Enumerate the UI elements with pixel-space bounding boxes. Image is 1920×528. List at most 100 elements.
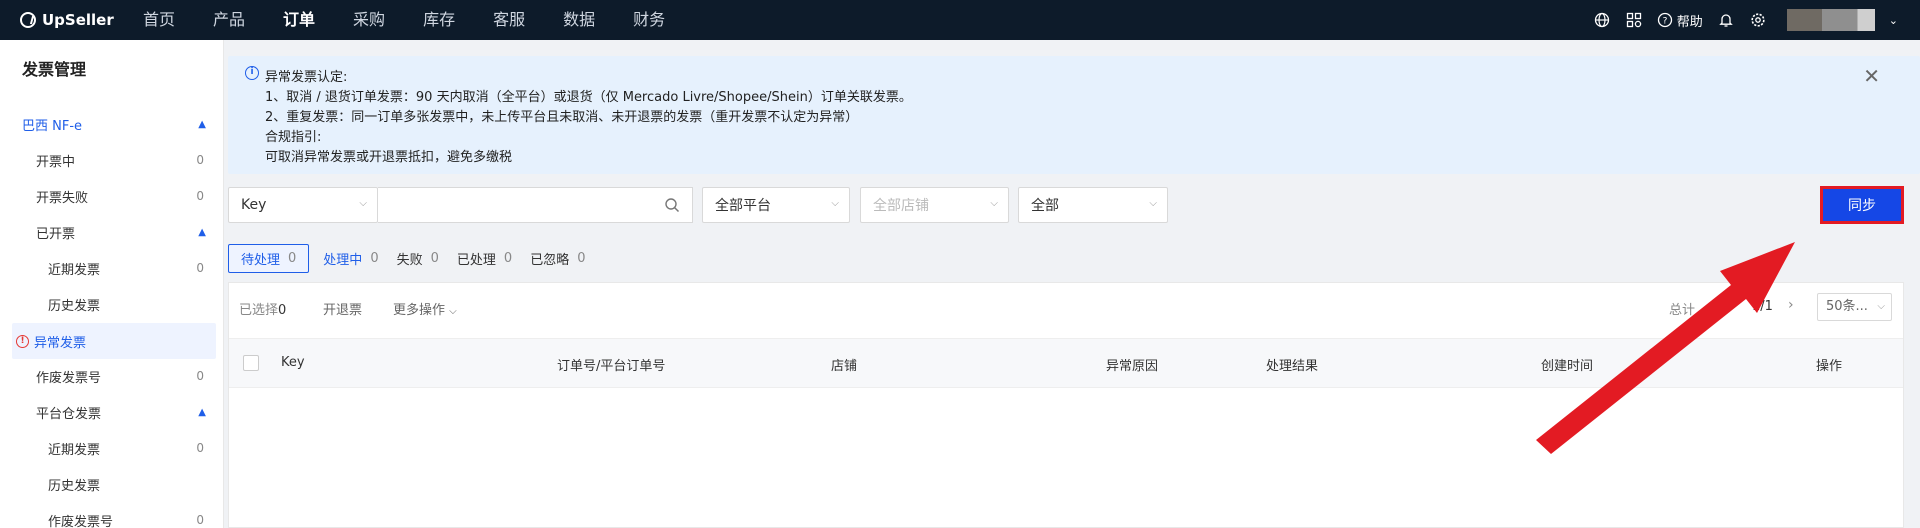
invoice-sidebar: 发票管理 巴西 NF-e ▲ 开票中 0 开票失败 0 已开票 ▲ 近期发票 0… [0, 40, 224, 528]
sidebar-item-label: 作废发票号 [48, 514, 114, 528]
info-icon: i [245, 66, 259, 80]
next-page-icon[interactable]: › [1788, 297, 1794, 313]
notice-line-2: 2、重复发票：同一订单多张发票中，未上传平台且未取消、未开退票的发票（重开发票不… [265, 110, 859, 125]
nav-orders[interactable]: 订单 [283, 0, 315, 40]
abnormal-invoice-notice: i 异常发票认定: 1、取消 / 退货订单发票：90 天内取消（全平台）或退货（… [228, 56, 1920, 174]
more-actions-label: 更多操作 [393, 303, 446, 318]
tab-count: 0 [430, 250, 439, 266]
platform-select[interactable]: 全部平台 ⌵ [702, 187, 850, 223]
sidebar-item-issuing[interactable]: 开票中 0 [0, 142, 224, 178]
tab-ignored[interactable]: 已忽略 0 [530, 249, 585, 268]
col-key: Key [281, 355, 305, 370]
sidebar-item-label: 近期发票 [48, 262, 101, 278]
status-tabs: 待处理 0 处理中 0 失败 0 已处理 0 已忽略 0 [228, 243, 603, 273]
sidebar-item-pw-void-numbers[interactable]: 作废发票号 0 [0, 502, 224, 528]
chevron-down-icon: ⌵ [990, 198, 998, 209]
key-select[interactable]: Key ⌵ [228, 187, 378, 223]
tab-pending[interactable]: 待处理 0 [228, 243, 310, 273]
sidebar-item-pw-history-invoices[interactable]: 历史发票 [0, 466, 224, 502]
more-actions-dropdown[interactable]: 更多操作 ⌵ [393, 299, 457, 318]
tab-label: 失败 [396, 252, 423, 268]
sidebar-item-history-invoices[interactable]: 历史发票 [0, 286, 224, 322]
notice-guide-title: 合规指引: [265, 130, 322, 145]
nav-data[interactable]: 数据 [563, 0, 595, 40]
store-select-placeholder: 全部店铺 [873, 198, 929, 214]
select-all-checkbox[interactable] [243, 355, 259, 371]
sidebar-item-count: 0 [196, 441, 204, 455]
top-right-tools: ? 帮助 ⌄ [1593, 0, 1898, 40]
main-nav: 首页 产品 订单 采购 库存 客服 数据 财务 [143, 0, 703, 40]
tab-processed[interactable]: 已处理 0 [457, 249, 512, 268]
sidebar-item-platform-warehouse[interactable]: 平台仓发票 ▲ [0, 394, 224, 430]
help-link[interactable]: ? 帮助 [1657, 11, 1703, 30]
chevron-down-icon: ⌵ [831, 198, 839, 209]
chevron-down-icon: ⌵ [449, 306, 457, 317]
sidebar-item-count: 0 [196, 369, 204, 383]
selected-indicator: 已选择0 [239, 299, 286, 318]
sidebar-item-label: 已开票 [36, 226, 76, 242]
sync-button[interactable]: 同步 [1820, 186, 1904, 224]
search-input[interactable] [378, 188, 648, 222]
brand-logo[interactable]: UpSeller [20, 11, 143, 29]
apps-grid-icon[interactable] [1625, 11, 1643, 29]
sidebar-item-issue-failed[interactable]: 开票失败 0 [0, 178, 224, 214]
sidebar-item-label: 平台仓发票 [36, 406, 102, 422]
selected-label: 已选择 [239, 303, 279, 318]
refund-invoice-button[interactable]: 开退票 [323, 299, 362, 318]
tab-processing[interactable]: 处理中 0 [323, 249, 378, 268]
col-order-number: 订单号/平台订单号 [557, 359, 666, 374]
sidebar-item-count: 0 [196, 189, 204, 203]
nav-products[interactable]: 产品 [213, 0, 245, 40]
nav-inventory[interactable]: 库存 [423, 0, 455, 40]
col-abnormal-reason: 异常原因 [1106, 359, 1159, 374]
tab-label: 待处理 [241, 252, 281, 268]
tab-failed[interactable]: 失败 0 [397, 249, 439, 268]
sidebar-item-brazil-nfe[interactable]: 巴西 NF-e ▲ [0, 106, 224, 142]
sidebar-item-label: 历史发票 [48, 298, 101, 314]
tab-count: 0 [370, 250, 379, 266]
search-icon[interactable] [664, 197, 680, 217]
sidebar-item-label: 近期发票 [48, 442, 101, 458]
sidebar-item-issued[interactable]: 已开票 ▲ [0, 214, 224, 250]
sidebar-item-abnormal-invoices[interactable]: ! 异常发票 [12, 323, 216, 359]
user-avatar[interactable] [1786, 9, 1875, 31]
warning-icon: ! [16, 334, 29, 348]
notice-title: 异常发票认定: [265, 70, 348, 85]
bell-icon[interactable] [1717, 11, 1735, 29]
upseller-logo-icon [20, 12, 36, 28]
platform-select-value: 全部平台 [715, 198, 771, 214]
sidebar-item-count: 0 [196, 261, 204, 275]
chevron-down-icon: ⌵ [359, 198, 367, 209]
sidebar-item-recent-invoices[interactable]: 近期发票 0 [0, 250, 224, 286]
nav-home[interactable]: 首页 [143, 0, 175, 40]
gear-icon[interactable] [1749, 11, 1767, 29]
help-icon: ? [1657, 12, 1672, 28]
sidebar-title: 发票管理 [22, 60, 87, 79]
page-size-select[interactable]: 50条... ⌵ [1817, 293, 1892, 321]
chevron-down-icon: ⌵ [1149, 198, 1157, 209]
nav-purchase[interactable]: 采购 [353, 0, 385, 40]
chevron-up-icon: ▲ [198, 406, 206, 418]
col-process-result: 处理结果 [1266, 359, 1319, 374]
nav-finance[interactable]: 财务 [633, 0, 665, 40]
svg-text:?: ? [1662, 17, 1667, 27]
chevron-up-icon: ▲ [198, 118, 206, 130]
store-select[interactable]: 全部店铺 ⌵ [860, 187, 1009, 223]
sidebar-item-label: 开票中 [36, 154, 76, 170]
sidebar-item-void-numbers[interactable]: 作废发票号 0 [0, 358, 224, 394]
close-icon[interactable]: ✕ [1863, 64, 1880, 88]
invoice-table: 已选择0 开退票 更多操作 ⌵ 总计 ‹ 1/1 › 50条... ⌵ Key … [228, 282, 1904, 528]
sidebar-item-pw-recent-invoices[interactable]: 近期发票 0 [0, 430, 224, 466]
search-field [378, 187, 693, 223]
chevron-down-icon[interactable]: ⌄ [1889, 14, 1898, 27]
globe-icon[interactable] [1593, 11, 1611, 29]
status-select-value: 全部 [1031, 198, 1059, 214]
sidebar-item-label: 历史发票 [48, 478, 101, 494]
status-select[interactable]: 全部 ⌵ [1018, 187, 1168, 223]
tab-count: 0 [503, 250, 513, 266]
nav-customer-service[interactable]: 客服 [493, 0, 525, 40]
col-store: 店铺 [831, 359, 858, 374]
col-created-time: 创建时间 [1541, 359, 1594, 374]
sidebar-item-count: 0 [196, 513, 204, 527]
prev-page-icon[interactable]: ‹ [1726, 297, 1732, 313]
